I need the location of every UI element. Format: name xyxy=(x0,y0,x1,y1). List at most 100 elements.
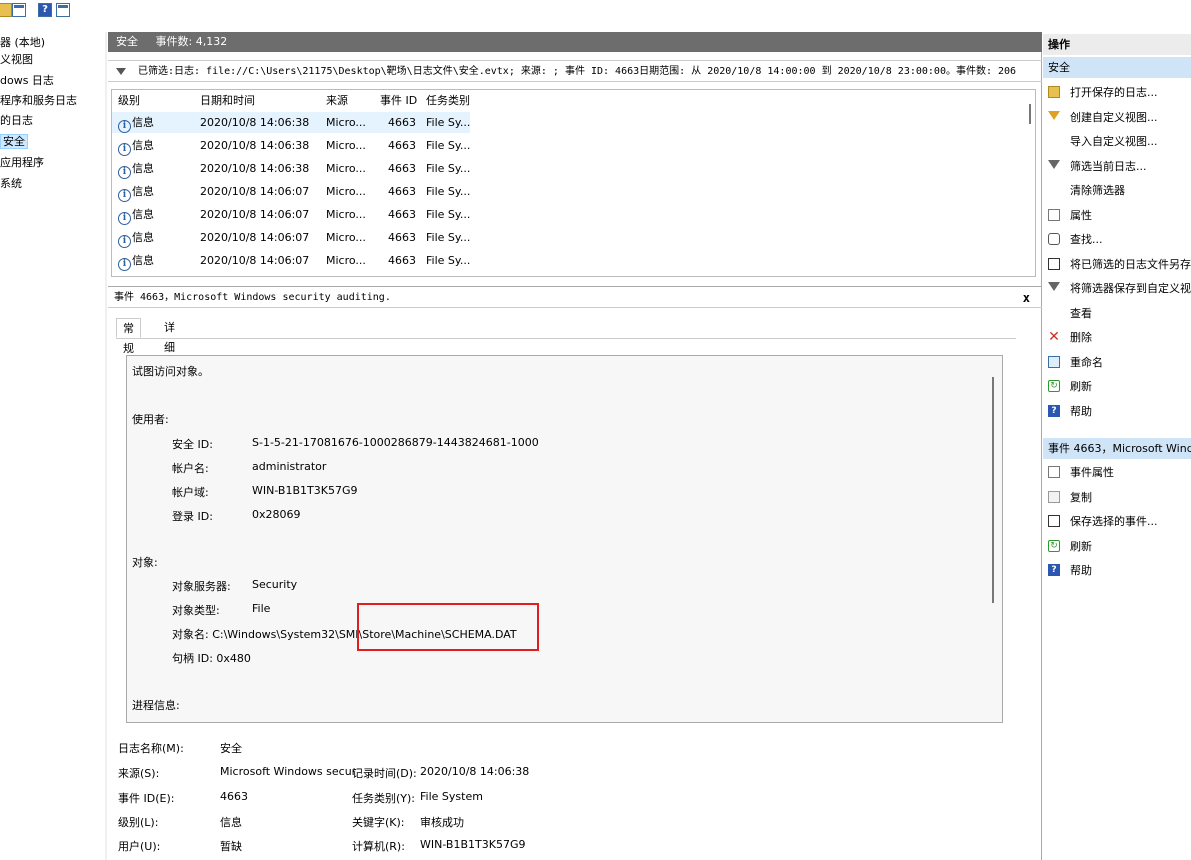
filter-bar: 已筛选:日志: file://C:\Users\21175\Desktop\靶场… xyxy=(108,60,1042,82)
cell-datetime: 2020/10/8 14:06:07 xyxy=(200,208,310,221)
event-description[interactable] xyxy=(126,355,1003,723)
cell-level: i信息 xyxy=(118,158,198,179)
info-icon: i xyxy=(118,166,131,179)
action-item[interactable]: 清除筛选器 xyxy=(1043,178,1191,203)
cell-event-id: 4663 xyxy=(388,208,416,221)
meta-level: 信息 xyxy=(220,816,242,829)
cell-source: Micro... xyxy=(326,254,366,267)
log-title: 安全 xyxy=(116,35,138,48)
delete-icon: ✕ xyxy=(1048,329,1060,345)
meta-event-id: 4663 xyxy=(220,790,248,803)
actions-section-security[interactable]: 安全 xyxy=(1043,57,1191,78)
tree-item-security[interactable]: 安全 xyxy=(0,133,28,150)
tree-item-custom-views[interactable]: 义视图 xyxy=(0,51,33,68)
action-item[interactable]: ? 帮助 xyxy=(1043,558,1191,583)
filter-icon xyxy=(1048,159,1060,169)
meta-log-name: 安全 xyxy=(220,742,242,755)
column-header-event-id[interactable]: 事件 ID xyxy=(380,90,417,111)
find-icon xyxy=(1048,233,1060,245)
event-grid[interactable]: 级别 日期和时间 来源 事件 ID 任务类别 i 信息 2020/10/8 14:0… xyxy=(111,89,1036,277)
tree-item-root[interactable]: 器 (本地) xyxy=(0,34,45,51)
center-panel: 安全 事件数: 4,132 已筛选:日志: file://C:\Users\21… xyxy=(108,32,1042,860)
help-icon: ? xyxy=(1048,404,1060,417)
desc-process-label: 进程信息: xyxy=(132,699,180,712)
meta-logged-label: 记录时间(D): xyxy=(352,767,417,780)
window-icon[interactable] xyxy=(12,3,26,17)
meta-level-label: 级别(L): xyxy=(118,816,159,829)
cell-source: Micro... xyxy=(326,139,366,152)
action-item[interactable]: 属性 xyxy=(1043,203,1191,228)
action-item[interactable]: 事件属性 xyxy=(1043,460,1191,485)
action-item[interactable]: 查看 xyxy=(1043,301,1191,326)
table-row[interactable]: i 信息 2020/10/8 14:06:38 Micro... 4663 File Sy… xyxy=(112,112,470,133)
action-label: 查看 xyxy=(1070,306,1092,320)
action-item[interactable]: ↻ 刷新 xyxy=(1043,534,1191,559)
tree-item-saved-logs[interactable]: 的日志 xyxy=(0,112,33,129)
desc-account-domain: WIN-B1B1T3K57G9 xyxy=(252,484,358,497)
desc-logon-id: 0x28069 xyxy=(252,508,301,521)
desc-handle-id: 句柄 ID: 0x480 xyxy=(172,652,251,665)
folder-icon xyxy=(1048,86,1060,98)
cell-task: File Sy... xyxy=(426,162,471,175)
desc-object-type: File xyxy=(252,602,271,615)
action-item[interactable]: ? 帮助 xyxy=(1043,399,1191,424)
info-icon: i xyxy=(118,212,131,225)
cell-task: File Sy... xyxy=(426,231,471,244)
action-item[interactable]: 将已筛选的日志文件另存为 xyxy=(1043,252,1191,277)
action-item[interactable]: 打开保存的日志... xyxy=(1043,80,1191,105)
actions-section-event[interactable]: 事件 4663，Microsoft Windo xyxy=(1043,438,1191,459)
filter-icon xyxy=(1048,110,1060,120)
desc-object-server-label: 对象服务器: xyxy=(172,580,231,593)
desc-intro: 试图访问对象。 xyxy=(132,365,209,378)
action-item[interactable]: 复制 xyxy=(1043,485,1191,510)
cell-datetime: 2020/10/8 14:06:38 xyxy=(200,116,310,129)
action-label: 刷新 xyxy=(1070,380,1092,393)
cell-task: File Sy... xyxy=(426,185,471,198)
cell-level: i信息 xyxy=(118,227,198,248)
cell-event-id: 4663 xyxy=(388,185,416,198)
desc-object-label: 对象: xyxy=(132,556,158,569)
info-icon: i xyxy=(118,189,131,202)
meta-user-label: 用户(U): xyxy=(118,840,161,853)
action-item[interactable]: 查找... xyxy=(1043,227,1191,252)
action-label: 打开保存的日志... xyxy=(1070,86,1158,99)
cell-event-id: 4663 xyxy=(388,231,416,244)
tab-general[interactable]: 常规 xyxy=(116,318,141,355)
tree-item-windows-logs[interactable]: dows 日志 xyxy=(0,72,54,89)
action-item[interactable]: 筛选当前日志... xyxy=(1043,154,1191,179)
cell-source: Micro... xyxy=(326,208,366,221)
action-item[interactable]: 创建自定义视图... xyxy=(1043,105,1191,130)
tab-divider xyxy=(116,338,1016,339)
desc-subject-label: 使用者: xyxy=(132,413,169,426)
scrollbar[interactable] xyxy=(1029,104,1031,124)
action-item[interactable]: ↻ 刷新 xyxy=(1043,374,1191,399)
column-header-source[interactable]: 来源 xyxy=(326,90,378,111)
action-label: 创建自定义视图... xyxy=(1070,110,1158,124)
column-header-datetime[interactable]: 日期和时间 xyxy=(200,90,320,111)
action-item[interactable]: 保存选择的事件... xyxy=(1043,509,1191,534)
action-item[interactable]: 重命名 xyxy=(1043,350,1191,375)
tree-item-application[interactable]: 应用程序 xyxy=(0,154,44,171)
help-icon: ? xyxy=(1048,564,1060,576)
window-icon[interactable] xyxy=(56,3,70,17)
log-header: 安全 事件数: 4,132 xyxy=(108,32,1042,52)
action-item[interactable]: ✕ 删除 xyxy=(1043,325,1191,350)
help-icon[interactable]: ? xyxy=(38,3,52,17)
tab-details[interactable]: 详细信息 xyxy=(158,318,181,394)
tree-item-app-service-logs[interactable]: 程序和服务日志 xyxy=(0,92,77,109)
desc-security-id-label: 安全 ID: xyxy=(172,438,213,451)
filter-save-icon xyxy=(1048,282,1060,291)
cell-task: File Sy... xyxy=(426,139,471,152)
tree-item-system[interactable]: 系统 xyxy=(0,175,22,192)
scrollbar[interactable] xyxy=(992,377,994,603)
save-icon xyxy=(1048,515,1060,527)
column-header-level[interactable]: 级别 xyxy=(118,90,198,111)
close-icon[interactable]: x xyxy=(1023,287,1030,309)
folder-icon[interactable] xyxy=(0,3,12,17)
cell-datetime: 2020/10/8 14:06:38 xyxy=(200,139,310,152)
cell-datetime: 2020/10/8 14:06:07 xyxy=(200,231,310,244)
splitter[interactable] xyxy=(105,32,107,860)
action-item[interactable]: 将筛选器保存到自定义视图 xyxy=(1043,276,1191,301)
column-header-task[interactable]: 任务类别 xyxy=(426,90,476,111)
action-item[interactable]: 导入自定义视图... xyxy=(1043,129,1191,154)
